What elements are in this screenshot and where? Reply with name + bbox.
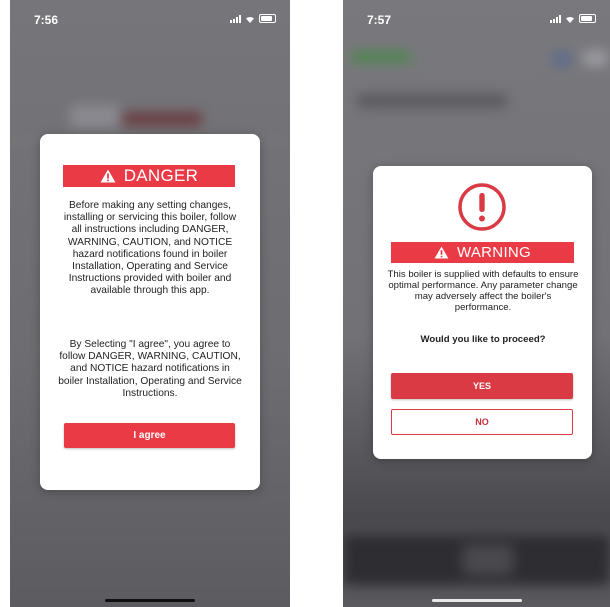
warning-banner-label: WARNING xyxy=(456,244,532,261)
warning-triangle-icon xyxy=(434,246,449,259)
danger-banner-label: DANGER xyxy=(123,166,199,185)
battery-icon xyxy=(259,14,276,23)
agree-button[interactable]: I agree xyxy=(64,423,235,448)
status-time: 7:57 xyxy=(367,13,392,27)
wifi-icon xyxy=(245,15,255,23)
home-indicator[interactable] xyxy=(105,599,195,602)
agreement-text: By Selecting "I agree", you agree to fol… xyxy=(58,339,242,399)
warning-banner: WARNING xyxy=(391,242,574,263)
proceed-question: Would you like to proceed? xyxy=(420,334,546,345)
battery-icon xyxy=(579,14,596,23)
danger-banner: DANGER xyxy=(63,165,235,187)
wifi-icon xyxy=(565,15,575,23)
alert-circle-icon xyxy=(457,182,507,237)
yes-button[interactable]: YES xyxy=(391,373,573,399)
danger-dialog: DANGER Before making any setting changes… xyxy=(40,134,260,490)
status-time: 7:56 xyxy=(34,13,59,27)
no-button[interactable]: NO xyxy=(391,409,573,435)
status-icons xyxy=(550,14,596,23)
warning-text: This boiler is supplied with defaults to… xyxy=(387,269,579,313)
status-icons xyxy=(230,14,276,23)
danger-instructions-text: Before making any setting changes, insta… xyxy=(63,200,237,297)
warning-triangle-icon xyxy=(100,169,116,183)
left-phone-screen: 7:56 DANGER Before making any setting ch… xyxy=(10,0,290,607)
signal-icon xyxy=(230,14,241,23)
warning-dialog: WARNING This boiler is supplied with def… xyxy=(373,166,592,459)
right-phone-screen: 7:57 WARNING This boiler is supplied wit… xyxy=(343,0,610,607)
signal-icon xyxy=(550,14,561,23)
home-indicator[interactable] xyxy=(431,599,522,602)
